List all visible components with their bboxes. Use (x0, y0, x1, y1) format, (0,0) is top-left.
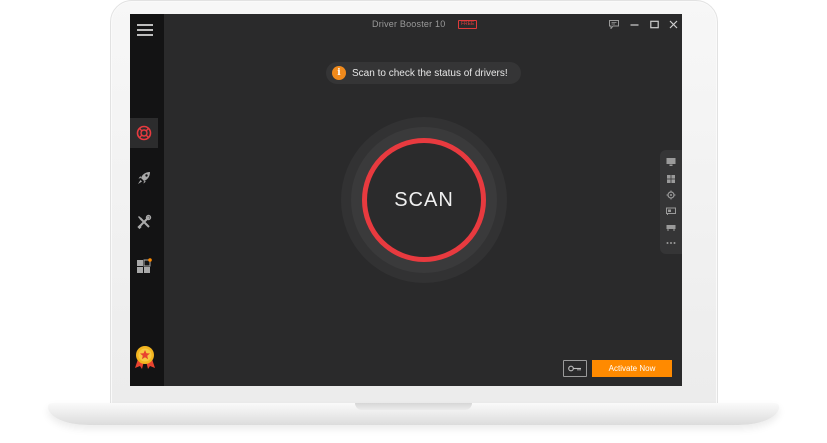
key-icon (568, 365, 581, 372)
network-card-icon (666, 225, 676, 231)
minimize-icon (630, 23, 638, 26)
lifebuoy-icon (136, 125, 152, 141)
rail-item-network[interactable] (665, 221, 677, 233)
rail-item-display[interactable] (665, 156, 677, 168)
sidebar-award[interactable] (131, 342, 159, 372)
tools-icon (137, 214, 152, 230)
sidebar (130, 14, 164, 386)
sidebar-item-toolbox[interactable] (130, 251, 158, 281)
windows-icon (667, 175, 675, 183)
sidebar-item-scan[interactable] (130, 118, 158, 148)
maximize-button[interactable] (648, 18, 660, 30)
close-button[interactable] (667, 18, 679, 30)
award-icon (135, 346, 155, 369)
scan-hint-text: Scan to check the status of drivers! (352, 67, 508, 79)
scan-hint-banner: i Scan to check the status of drivers! (326, 62, 521, 84)
sidebar-item-tools[interactable] (130, 207, 158, 237)
maximize-icon (649, 20, 659, 28)
monitor-icon (666, 158, 676, 166)
app-window: Driver Booster 10 FREE i Scan to check t… (130, 14, 682, 386)
apps-grid-icon (137, 258, 152, 273)
close-icon (669, 20, 677, 28)
rail-item-more[interactable] (665, 237, 677, 249)
rail-item-graphics[interactable] (665, 205, 677, 217)
edition-badge: FREE (458, 20, 478, 29)
rocket-icon (138, 172, 150, 184)
rail-item-chipset[interactable] (665, 189, 677, 201)
minimize-button[interactable] (628, 18, 640, 30)
title-bar: Driver Booster 10 FREE (164, 14, 682, 36)
scan-button-label: SCAN (394, 188, 454, 211)
laptop-notch (355, 403, 472, 410)
sidebar-item-boost[interactable] (130, 163, 158, 193)
activate-now-button[interactable]: Activate Now (592, 360, 672, 377)
window-title: Driver Booster 10 (372, 19, 446, 29)
scan-button[interactable]: SCAN (362, 138, 486, 262)
more-icon (666, 242, 676, 244)
enter-license-button[interactable] (563, 360, 587, 377)
feedback-button[interactable] (608, 18, 620, 30)
device-category-rail (660, 150, 682, 254)
gpu-icon (666, 207, 676, 215)
hamburger-menu-icon[interactable] (137, 24, 153, 38)
chip-icon (666, 190, 676, 200)
chat-icon (609, 19, 619, 29)
info-icon: i (332, 66, 346, 80)
rail-item-windows[interactable] (665, 173, 677, 185)
